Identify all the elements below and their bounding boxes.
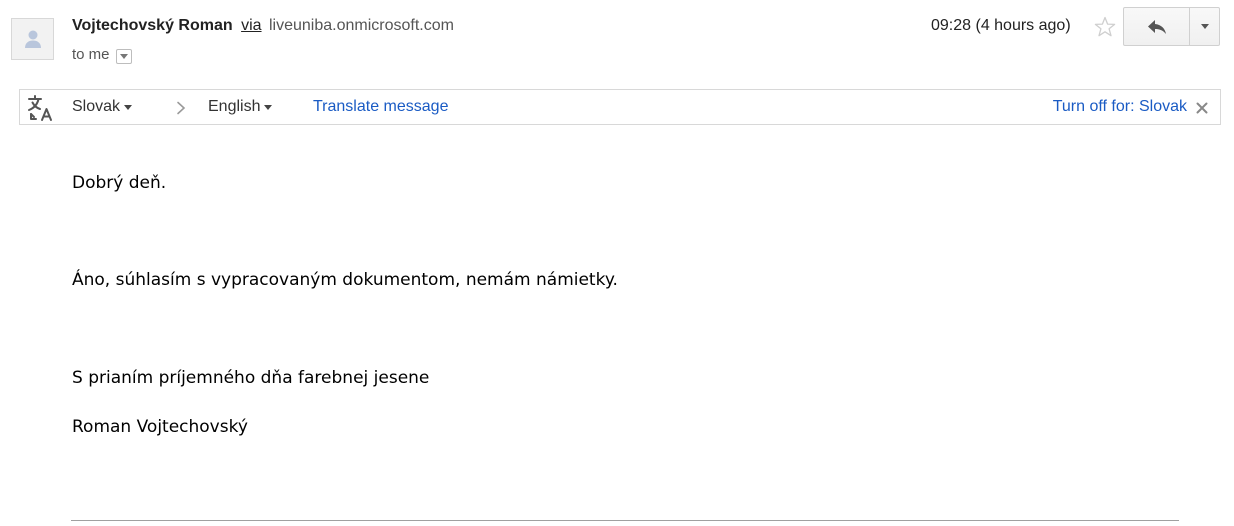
- sender-avatar[interactable]: [11, 18, 54, 60]
- message-timestamp: 09:28 (4 hours ago): [931, 17, 1071, 34]
- message-body: Áno, súhlasím s vypracovaným dokumentom,…: [72, 270, 618, 290]
- message-signature: Roman Vojtechovský: [72, 417, 248, 437]
- caret-down-icon: [264, 105, 273, 110]
- sender-line: Vojtechovský Roman via liveuniba.onmicro…: [72, 15, 454, 37]
- translate-message-link[interactable]: Translate message: [313, 97, 448, 117]
- chevron-down-icon: [1200, 24, 1209, 29]
- source-language-select[interactable]: Slovak: [72, 97, 133, 117]
- more-actions-button[interactable]: [1190, 8, 1219, 45]
- star-icon[interactable]: [1093, 15, 1117, 39]
- sender-domain: liveuniba.onmicrosoft.com: [269, 17, 454, 34]
- message-greeting: Dobrý deň.: [72, 173, 167, 193]
- reply-button[interactable]: [1124, 8, 1190, 45]
- turn-off-translation-link[interactable]: Turn off for: Slovak: [1053, 97, 1187, 117]
- signature-divider: [71, 520, 1179, 521]
- message-closing: S prianím príjemného dňa farebnej jesene: [72, 368, 430, 388]
- caret-down-icon: [124, 105, 133, 110]
- translate-bar: Slovak English Translate message Turn of…: [19, 89, 1221, 125]
- chevron-down-icon: [119, 53, 128, 59]
- target-language-label: English: [208, 98, 261, 115]
- reply-button-group: [1123, 7, 1220, 46]
- recipient-line: to me: [72, 45, 132, 65]
- target-language-select[interactable]: English: [208, 97, 273, 117]
- recipient-label: to me: [72, 46, 110, 63]
- close-icon[interactable]: [1196, 102, 1208, 114]
- translate-icon: [28, 95, 52, 121]
- reply-icon: [1147, 19, 1166, 34]
- sender-name[interactable]: Vojtechovský Roman: [72, 17, 233, 34]
- source-language-label: Slovak: [72, 98, 121, 115]
- via-link[interactable]: via: [241, 17, 261, 34]
- person-icon: [24, 30, 41, 48]
- email-message-view: Vojtechovský Roman via liveuniba.onmicro…: [0, 0, 1234, 526]
- recipient-details-dropdown[interactable]: [115, 48, 132, 64]
- chevron-right-icon: [177, 101, 186, 115]
